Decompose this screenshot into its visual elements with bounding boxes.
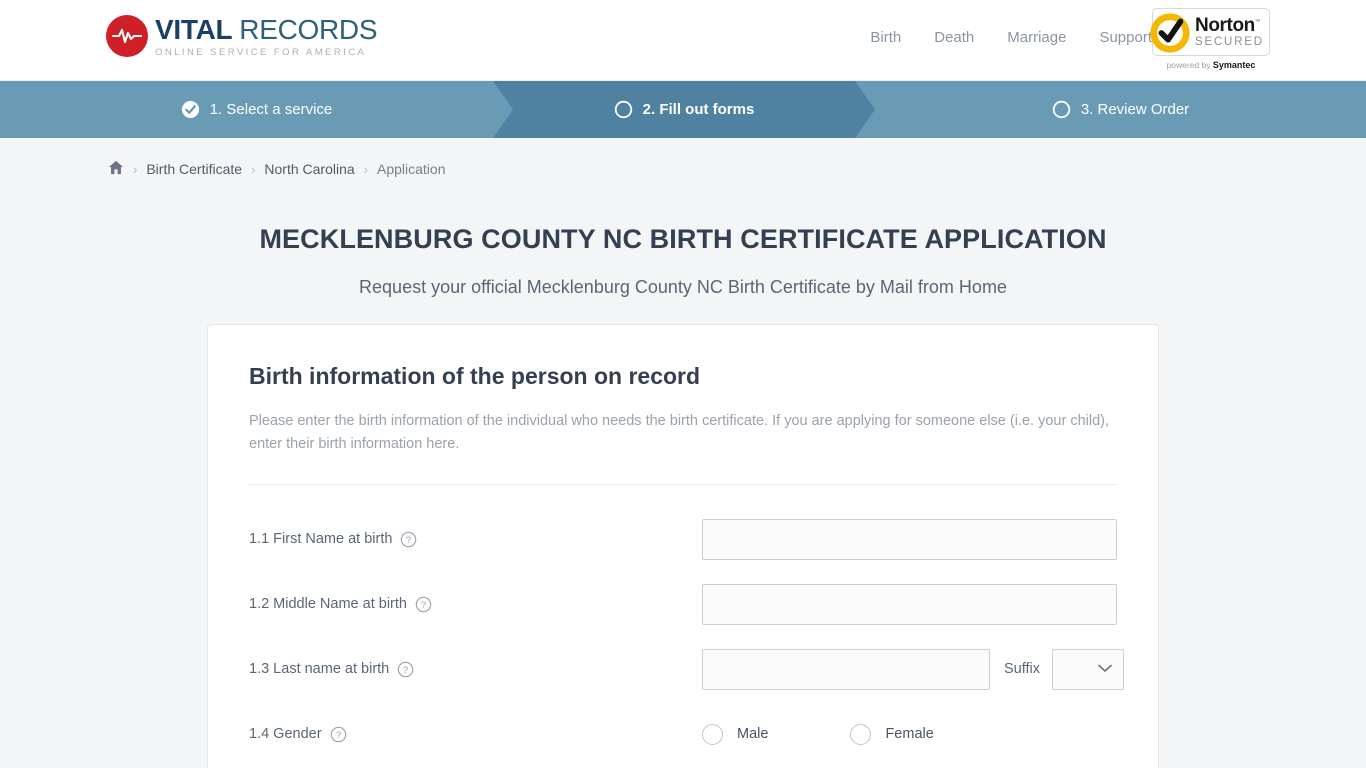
logo-tagline: ONLINE SERVICE FOR AMERICA	[155, 47, 367, 58]
gender-radio-group: Male Female	[702, 723, 934, 745]
breadcrumb-separator: ›	[133, 161, 138, 177]
step-label-2: 2. Fill out forms	[642, 101, 755, 118]
logo-word-vital: VITAL	[155, 14, 232, 45]
page-title: MECKLENBURG COUNTY NC BIRTH CERTIFICATE …	[259, 224, 1107, 254]
breadcrumb-home-link[interactable]	[108, 160, 124, 178]
nav-item-birth[interactable]: Birth	[870, 29, 901, 46]
svg-text:?: ?	[421, 600, 426, 611]
first-name-label-group: 1.1 First Name at birth ?	[249, 531, 702, 548]
svg-text:?: ?	[406, 535, 411, 546]
site-header: VITAL RECORDS ONLINE SERVICE FOR AMERICA…	[0, 0, 1366, 81]
middle-name-label: 1.2 Middle Name at birth	[249, 596, 407, 613]
norton-powered-prefix: powered by	[1166, 60, 1213, 70]
site-logo[interactable]: VITAL RECORDS ONLINE SERVICE FOR AMERICA	[106, 14, 378, 58]
first-name-input[interactable]	[702, 518, 1117, 560]
circle-outline-icon	[1052, 100, 1071, 119]
step-item-fill-out-forms[interactable]: 2. Fill out forms	[493, 81, 875, 138]
check-circle-filled-icon	[181, 100, 199, 119]
checkout-step-bar: 1. Select a service 2. Fill out forms 3.…	[0, 81, 1366, 138]
step-label-1: 1. Select a service	[209, 101, 333, 118]
first-name-control	[702, 518, 1117, 560]
gender-label: 1.4 Gender	[249, 726, 322, 743]
middle-name-input[interactable]	[702, 583, 1117, 625]
home-icon	[108, 160, 124, 175]
norton-check-seal-icon	[1150, 13, 1190, 53]
logo-word-records: RECORDS	[239, 14, 378, 45]
question-circle-icon[interactable]: ?	[397, 661, 414, 678]
nav-item-support[interactable]: Support	[1099, 29, 1152, 46]
gender-radio-female-label: Female	[885, 726, 934, 743]
page-subtitle: Request your official Mecklenburg County…	[359, 277, 1007, 297]
middle-name-label-group: 1.2 Middle Name at birth ?	[249, 596, 702, 613]
last-name-input[interactable]	[702, 648, 990, 690]
norton-powered-brand: Symantec	[1212, 60, 1256, 70]
last-name-label-group: 1.3 Last name at birth ?	[249, 661, 702, 678]
svg-text:?: ?	[403, 665, 408, 676]
norton-trademark: ™	[1254, 19, 1261, 26]
application-form-card: Birth information of the person on recor…	[207, 324, 1159, 768]
primary-nav: Birth Death Marriage Support	[870, 29, 1152, 46]
last-name-label: 1.3 Last name at birth	[249, 661, 390, 678]
gender-radio-male[interactable]	[702, 723, 723, 745]
breadcrumb: › Birth Certificate › North Carolina › A…	[0, 138, 1366, 178]
question-circle-icon[interactable]: ?	[400, 531, 417, 548]
gender-radio-female[interactable]	[850, 723, 872, 745]
form-section-heading: Birth information of the person on recor…	[249, 363, 701, 389]
form-row-gender: 1.4 Gender ? Male Female	[249, 702, 1117, 767]
birth-information-form: 1.1 First Name at birth ? 1.2 Middle Nam…	[249, 507, 1125, 767]
norton-secured-badge[interactable]: Norton™ SECURED powered by Symantec	[1150, 8, 1270, 73]
logo-wordmark: VITAL RECORDS ONLINE SERVICE FOR AMERICA	[155, 14, 378, 58]
step-item-review-order[interactable]: 3. Review Order	[875, 81, 1366, 138]
breadcrumb-separator: ›	[251, 161, 256, 177]
nav-item-marriage[interactable]: Marriage	[1007, 29, 1066, 46]
question-circle-icon[interactable]: ?	[330, 726, 347, 743]
breadcrumb-item-north-carolina[interactable]: North Carolina	[264, 161, 354, 177]
form-row-middle-name: 1.2 Middle Name at birth ?	[249, 572, 1117, 637]
suffix-select[interactable]	[1052, 648, 1125, 690]
step-label-3: 3. Review Order	[1080, 101, 1190, 118]
gender-radio-male-label: Male	[737, 726, 769, 743]
step-item-select-a-service[interactable]: 1. Select a service	[0, 81, 513, 138]
suffix-label: Suffix	[1004, 661, 1041, 678]
gender-label-group: 1.4 Gender ?	[249, 726, 702, 743]
svg-text:?: ?	[335, 730, 340, 741]
chevron-down-icon	[1098, 664, 1112, 672]
nav-item-death[interactable]: Death	[934, 29, 974, 46]
form-row-last-name: 1.3 Last name at birth ? Suffix	[249, 637, 1125, 702]
gender-control: Male Female	[702, 723, 1117, 745]
breadcrumb-item-birth-certificate[interactable]: Birth Certificate	[146, 161, 242, 177]
first-name-label: 1.1 First Name at birth	[249, 531, 393, 548]
middle-name-control	[702, 583, 1117, 625]
breadcrumb-separator: ›	[363, 161, 368, 177]
heartbeat-circle-icon	[106, 14, 148, 57]
norton-brand: Norton	[1195, 14, 1255, 36]
circle-outline-icon	[614, 100, 633, 119]
form-row-first-name: 1.1 First Name at birth ?	[249, 507, 1117, 572]
section-divider	[249, 483, 1117, 485]
question-circle-icon[interactable]: ?	[415, 596, 432, 613]
last-name-control: Suffix	[702, 648, 1125, 690]
breadcrumb-item-application: Application	[377, 161, 446, 177]
norton-status: SECURED	[1195, 35, 1264, 48]
form-section-description: Please enter the birth information of th…	[249, 413, 1109, 453]
